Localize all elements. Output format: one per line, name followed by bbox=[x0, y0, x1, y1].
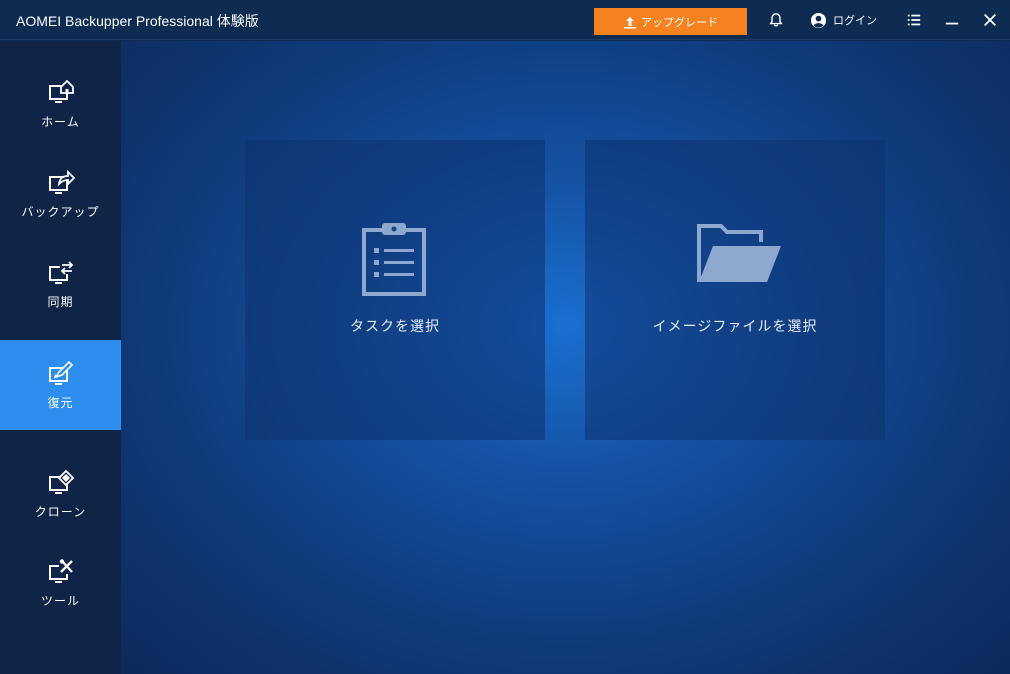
clipboard-icon bbox=[362, 223, 426, 296]
select-task-card[interactable]: タスクを選択 bbox=[245, 140, 545, 440]
sidebar-item-clone[interactable]: クローン bbox=[0, 449, 121, 539]
sidebar-item-label: ツール bbox=[40, 593, 80, 608]
upgrade-icon bbox=[624, 16, 636, 28]
sidebar-item-restore[interactable]: 復元 bbox=[0, 340, 121, 430]
sidebar-item-sync[interactable]: 同期 bbox=[0, 239, 121, 329]
bell-icon[interactable] bbox=[767, 11, 785, 29]
sidebar: ホーム バックアップ 同期 復元 クローン ツール bbox=[0, 41, 121, 674]
select-task-label: タスクを選択 bbox=[350, 319, 440, 335]
user-icon bbox=[810, 12, 827, 28]
login-button[interactable]: ログイン bbox=[810, 11, 877, 29]
clone-icon bbox=[48, 469, 74, 494]
backup-icon bbox=[48, 169, 75, 194]
sync-icon bbox=[48, 260, 74, 284]
folder-icon bbox=[697, 224, 781, 282]
restore-icon bbox=[48, 360, 73, 385]
sidebar-item-label: ホーム bbox=[41, 114, 80, 129]
title-bar: AOMEI Backupper Professional 体験版 アップグレード… bbox=[0, 0, 1010, 40]
main-content: タスクを選択 イメージファイルを選択 bbox=[121, 41, 1010, 674]
app-title: AOMEI Backupper Professional 体験版 bbox=[16, 13, 259, 29]
select-image-file-label: イメージファイルを選択 bbox=[652, 319, 818, 335]
upgrade-label: アップグレード bbox=[641, 15, 718, 29]
home-icon bbox=[48, 79, 74, 103]
sidebar-item-label: 同期 bbox=[47, 294, 74, 309]
sidebar-item-label: 復元 bbox=[47, 395, 74, 410]
menu-icon[interactable] bbox=[905, 11, 923, 29]
sidebar-item-tools[interactable]: ツール bbox=[0, 538, 121, 628]
sidebar-item-backup[interactable]: バックアップ bbox=[0, 149, 121, 239]
sidebar-item-home[interactable]: ホーム bbox=[0, 59, 121, 149]
app-window: AOMEI Backupper Professional 体験版 アップグレード… bbox=[0, 0, 1010, 674]
sidebar-item-label: クローン bbox=[34, 504, 87, 519]
select-image-file-card[interactable]: イメージファイルを選択 bbox=[585, 140, 885, 440]
upgrade-button[interactable]: アップグレード bbox=[594, 8, 747, 35]
minimize-icon[interactable] bbox=[943, 11, 961, 29]
close-icon[interactable] bbox=[981, 11, 999, 29]
tools-icon bbox=[48, 558, 74, 583]
sidebar-item-label: バックアップ bbox=[21, 204, 100, 219]
login-label: ログイン bbox=[833, 14, 877, 27]
